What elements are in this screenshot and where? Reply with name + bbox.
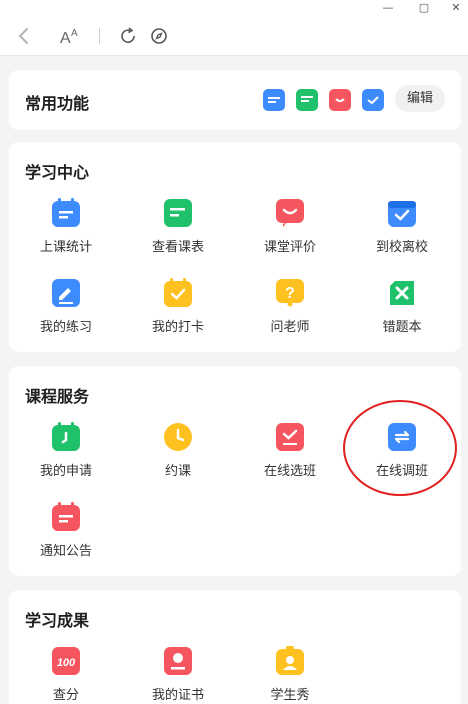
application-icon (52, 422, 80, 451)
font-size-icon[interactable]: A A (58, 24, 82, 48)
edit-button[interactable]: 编辑 (395, 85, 445, 112)
refresh-icon[interactable] (116, 24, 140, 48)
study-item-label: 错题本 (382, 320, 422, 335)
study-item-timetable[interactable]: 查看课表 (123, 198, 233, 258)
calendar-stats-icon (52, 198, 80, 227)
achievement-item-score[interactable]: 100 查分 (11, 646, 121, 704)
study-item-label: 到校离校 (375, 240, 428, 255)
check-box-icon (388, 201, 416, 227)
student-show-icon (276, 646, 304, 675)
achievements-card: 学习成果 100 查分 我的证书 学生秀 (9, 590, 461, 704)
switch-class-icon (388, 423, 416, 451)
study-item-label: 我的打卡 (151, 320, 204, 335)
close-icon[interactable]: ✕ (448, 0, 464, 16)
toolbar: A A (0, 16, 468, 56)
service-item-my-application[interactable]: 我的申请 (11, 422, 121, 482)
study-item-label: 问老师 (270, 320, 310, 335)
select-class-icon (276, 423, 304, 451)
calendar-blue-icon[interactable] (263, 89, 285, 111)
achievements-title: 学习成果 (25, 611, 90, 630)
service-item-appointment[interactable]: 约课 (123, 422, 233, 482)
common-functions-title: 常用功能 (25, 94, 90, 113)
certificate-icon (164, 647, 192, 675)
service-item-notice[interactable]: 通知公告 (11, 502, 121, 562)
svg-text:?: ? (285, 285, 295, 302)
study-item-label: 课堂评价 (263, 240, 316, 255)
schedule-green-icon[interactable] (296, 89, 318, 111)
svg-text:100: 100 (57, 657, 76, 669)
wrong-book-icon (390, 281, 414, 305)
checkin-blue-icon[interactable] (362, 89, 384, 111)
study-item-label: 查看课表 (151, 240, 204, 255)
minimize-icon[interactable]: — (380, 0, 396, 16)
achievement-item-label: 学生秀 (270, 688, 310, 703)
timetable-icon (164, 199, 192, 227)
achievement-item-label: 查分 (52, 688, 79, 703)
achievement-item-certificate[interactable]: 我的证书 (123, 646, 233, 704)
study-item-wrong-book[interactable]: 错题本 (347, 278, 457, 338)
service-item-label: 我的申请 (39, 464, 92, 479)
service-item-label: 通知公告 (39, 544, 92, 559)
study-item-my-exercise[interactable]: 我的练习 (11, 278, 121, 338)
common-functions-card: 常用功能 编辑 (9, 70, 461, 130)
svg-text:A: A (71, 28, 78, 39)
back-icon[interactable] (12, 24, 36, 48)
service-item-switch-class[interactable]: 在线调班 (347, 422, 457, 482)
study-item-ask-teacher[interactable]: ? 问老师 (235, 278, 345, 338)
service-item-select-class[interactable]: 在线选班 (235, 422, 345, 482)
study-item-my-checkin[interactable]: 我的打卡 (123, 278, 233, 338)
course-services-title: 课程服务 (25, 387, 90, 406)
service-item-label: 在线调班 (375, 464, 428, 479)
study-item-attendance-stats[interactable]: 上课统计 (11, 198, 121, 258)
study-item-class-review[interactable]: 课堂评价 (235, 198, 345, 258)
study-center-title: 学习中心 (25, 163, 90, 182)
service-item-label: 在线选班 (263, 464, 316, 479)
notice-icon (52, 502, 80, 531)
study-item-label: 上课统计 (39, 240, 92, 255)
study-item-arrive-leave[interactable]: 到校离校 (347, 198, 457, 258)
study-item-label: 我的练习 (39, 320, 92, 335)
compass-icon[interactable] (147, 24, 171, 48)
score-100-icon: 100 (52, 647, 80, 675)
toolbar-separator (99, 28, 100, 44)
course-services-card: 课程服务 我的申请 约课 在线选班 在线调班 通知公告 (9, 366, 461, 576)
appointment-clock-icon (164, 423, 192, 451)
service-item-label: 约课 (164, 464, 191, 479)
title-bar: — ▢ ✕ (0, 0, 468, 16)
maximize-icon[interactable]: ▢ (416, 0, 432, 16)
chat-red-icon[interactable] (329, 89, 351, 111)
study-center-card: 学习中心 上课统计 查看课表 课堂评价 到校离校 我的练习 我的打卡 ? 问老师… (9, 142, 461, 352)
clock-in-icon (164, 278, 192, 307)
achievement-item-student-show[interactable]: 学生秀 (235, 646, 345, 704)
achievement-item-label: 我的证书 (151, 688, 204, 703)
svg-text:A: A (60, 30, 71, 47)
question-icon: ? (276, 279, 304, 307)
pencil-exercise-icon (52, 279, 80, 307)
smile-chat-icon (276, 199, 304, 227)
